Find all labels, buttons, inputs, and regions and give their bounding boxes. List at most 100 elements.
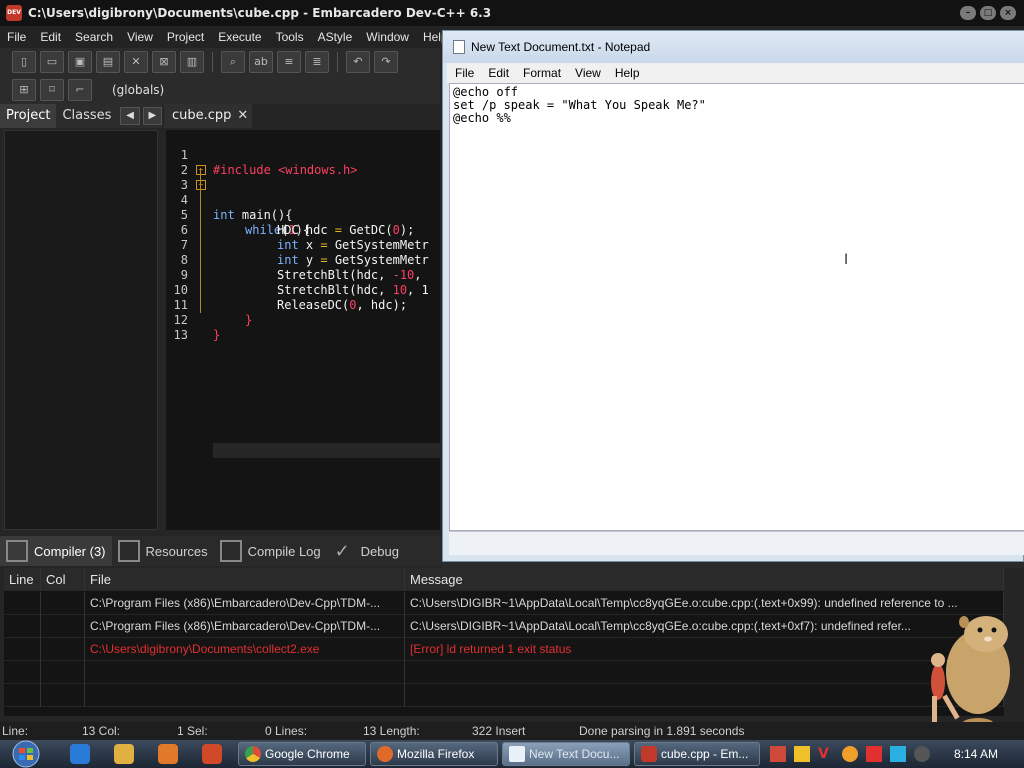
column-header-line[interactable]: Line	[4, 568, 41, 591]
menu-view[interactable]: View	[120, 30, 160, 44]
toolbar-divider	[337, 52, 338, 72]
media-player-icon[interactable]	[158, 744, 178, 764]
status-col-label: 13 Col:	[82, 724, 121, 738]
text-line: @echo %%	[453, 111, 511, 125]
open-folder-icon[interactable]: ▭	[40, 51, 64, 73]
tab-classes[interactable]: Classes	[56, 104, 117, 128]
editor-tab-cube[interactable]: cube.cpp ✕	[164, 104, 252, 128]
menu-project[interactable]: Project	[160, 30, 211, 44]
hamster-mascot-icon	[931, 616, 1010, 730]
menu-window[interactable]: Window	[359, 30, 416, 44]
chrome-icon	[245, 746, 261, 762]
menu-file[interactable]: File	[0, 30, 33, 44]
goto-bookmark-icon[interactable]: ⌐	[68, 79, 92, 101]
tray-icon[interactable]	[794, 746, 810, 762]
code-line: 13	[166, 313, 440, 342]
menu-tools[interactable]: Tools	[269, 30, 311, 44]
chevron-left-icon[interactable]: ◀	[120, 107, 140, 125]
notepad-titlebar[interactable]: New Text Document.txt - Notepad	[443, 31, 1024, 63]
devcpp-logo-icon	[641, 746, 657, 762]
tab-project[interactable]: Project	[0, 104, 57, 128]
tab-compile-log[interactable]: Compile Log	[214, 536, 327, 566]
table-row[interactable]: C:\Program Files (x86)\Embarcadero\Dev-C…	[4, 592, 1004, 615]
code-line: 8 StretchBlt(hdc, -10,	[166, 238, 440, 282]
column-header-message[interactable]: Message	[405, 568, 1004, 591]
tray-flag-icon[interactable]	[866, 746, 882, 762]
column-header-col[interactable]: Col	[41, 568, 85, 591]
tab-resources[interactable]: Resources	[112, 536, 214, 566]
code-line: 1 #include <windows.h>	[166, 133, 440, 177]
status-parse-message: Done parsing in 1.891 seconds	[579, 724, 745, 738]
notepad-menu-file[interactable]: File	[447, 66, 480, 80]
task-notepad[interactable]: New Text Docu...	[502, 742, 630, 766]
menu-execute[interactable]: Execute	[211, 30, 268, 44]
tray-icon[interactable]	[770, 746, 786, 762]
code-line: 2	[166, 148, 440, 177]
task-label: Mozilla Firefox	[397, 747, 475, 761]
notepad-title: New Text Document.txt - Notepad	[471, 40, 651, 54]
cell-line	[4, 615, 41, 638]
save-icon[interactable]: ▣	[68, 51, 92, 73]
explorer-icon[interactable]	[114, 744, 134, 764]
chevron-right-icon[interactable]: ▶	[142, 107, 162, 125]
tab-debug[interactable]: ✓ Debug	[327, 536, 405, 566]
notepad-menu-view[interactable]: View	[567, 66, 607, 80]
table-row[interactable]: C:\Program Files (x86)\Embarcadero\Dev-C…	[4, 615, 1004, 638]
tray-search-icon[interactable]	[842, 746, 858, 762]
redo-icon[interactable]: ↷	[374, 51, 398, 73]
menu-astyle[interactable]: AStyle	[311, 30, 360, 44]
print-icon[interactable]: ▥	[180, 51, 204, 73]
app-icon[interactable]	[202, 744, 222, 764]
tab-label: Debug	[360, 543, 399, 559]
notepad-menu-edit[interactable]: Edit	[480, 66, 515, 80]
notepad-window: New Text Document.txt - Notepad File Edi…	[442, 30, 1024, 562]
code-line: 11 }	[166, 283, 440, 327]
table-row	[4, 661, 1004, 684]
new-file-icon[interactable]: ▯	[12, 51, 36, 73]
menu-edit[interactable]: Edit	[33, 30, 68, 44]
maximize-icon[interactable]: □	[980, 6, 996, 20]
code-line: 4 − while(1){	[166, 178, 440, 237]
task-devcpp[interactable]: cube.cpp - Em...	[634, 742, 760, 766]
close-file-icon[interactable]: ✕	[124, 51, 148, 73]
code-editor[interactable]: 1 #include <windows.h> 2 3 − int main(){…	[166, 130, 440, 530]
notepad-menu-help[interactable]: Help	[607, 66, 646, 80]
cell-line	[4, 592, 41, 615]
ie-icon[interactable]	[70, 744, 90, 764]
notepad-text-area[interactable]: @echo off set /p speak = "What You Speak…	[449, 83, 1024, 531]
tray-v-icon[interactable]: V	[818, 746, 834, 762]
unindent-icon[interactable]: ≣	[305, 51, 329, 73]
tray-network-icon[interactable]	[890, 746, 906, 762]
task-google-chrome[interactable]: Google Chrome	[238, 742, 366, 766]
close-all-icon[interactable]: ⊠	[152, 51, 176, 73]
windows-start-icon[interactable]	[4, 740, 48, 768]
save-all-icon[interactable]: ▤	[96, 51, 120, 73]
column-header-file[interactable]: File	[85, 568, 405, 591]
code-line: 9 StretchBlt(hdc, 10, 1	[166, 253, 440, 297]
menu-search[interactable]: Search	[68, 30, 120, 44]
undo-icon[interactable]: ↶	[346, 51, 370, 73]
close-tab-icon[interactable]: ✕	[237, 108, 248, 123]
insert-icon[interactable]: ⊞	[12, 79, 36, 101]
notepad-icon	[453, 40, 465, 54]
task-label: Google Chrome	[265, 747, 350, 761]
task-mozilla-firefox[interactable]: Mozilla Firefox	[370, 742, 498, 766]
fold-icon[interactable]: −	[196, 180, 206, 190]
tray-volume-icon[interactable]	[914, 746, 930, 762]
indent-icon[interactable]: ≡	[277, 51, 301, 73]
replace-icon[interactable]: ab	[249, 51, 273, 73]
find-icon[interactable]: ⌕	[221, 51, 245, 73]
tab-label: Compile Log	[247, 543, 321, 559]
checkmark-icon: ✓	[334, 541, 350, 561]
status-bar: Line: 13 Col: 1 Sel: 0 Lines: 13 Length:…	[0, 722, 1024, 740]
scope-selector[interactable]: (globals)	[112, 80, 440, 100]
taskbar-clock[interactable]: 8:14 AM	[946, 740, 1006, 768]
fold-icon[interactable]: −	[196, 165, 206, 175]
bookmark-icon[interactable]: ⌑	[40, 79, 64, 101]
code-line: 12 }	[166, 298, 440, 342]
minimize-icon[interactable]: –	[960, 6, 976, 20]
notepad-menu-format[interactable]: Format	[515, 66, 567, 80]
table-row[interactable]: C:\Users\digibrony\Documents\collect2.ex…	[4, 638, 1004, 661]
close-icon[interactable]: ×	[1000, 6, 1016, 20]
tab-compiler[interactable]: Compiler (3)	[0, 536, 112, 566]
